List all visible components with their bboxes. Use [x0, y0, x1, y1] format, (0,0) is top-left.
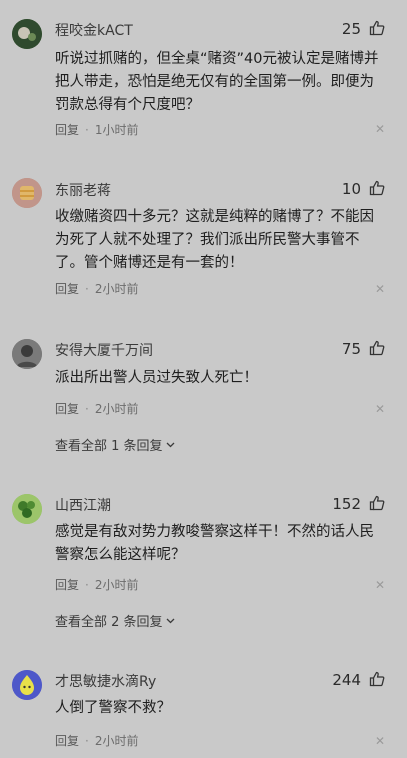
comment-meta: 回复 · 2小时前: [55, 732, 138, 749]
comment-time: 2小时前: [94, 578, 139, 592]
comment-time: 2小时前: [94, 402, 139, 416]
reply-button[interactable]: 回复: [55, 402, 79, 416]
comment-meta: 回复 · 1小时前: [55, 121, 138, 138]
comment-username[interactable]: 安得大厦千万间: [55, 340, 153, 360]
reply-button[interactable]: 回复: [55, 123, 79, 137]
comment-time: 2小时前: [94, 282, 139, 296]
comment-time: 2小时前: [94, 734, 139, 748]
comment-meta: 回复 · 2小时前: [55, 280, 138, 297]
reply-button[interactable]: 回复: [55, 734, 79, 748]
avatar[interactable]: [12, 339, 42, 369]
thumbs-up-icon[interactable]: [369, 180, 385, 196]
separator-dot: ·: [85, 578, 89, 592]
comment-text: 收缴赌资四十多元？这就是纯粹的赌博了？不能因为死了人就不处理了？我们派出所民警大…: [55, 209, 374, 271]
separator-dot: ·: [85, 282, 89, 296]
close-icon[interactable]: ✕: [375, 734, 385, 748]
like-count: 25: [341, 20, 361, 38]
avatar[interactable]: [12, 670, 42, 700]
comment-text: 人倒了警察不救？: [55, 700, 171, 716]
avatar[interactable]: [12, 178, 42, 208]
thumbs-up-icon[interactable]: [369, 495, 385, 511]
comment-username[interactable]: 山西江潮: [55, 495, 111, 515]
reply-button[interactable]: 回复: [55, 578, 79, 592]
like-count: 244: [332, 671, 361, 689]
avatar[interactable]: [12, 494, 42, 524]
view-all-replies-link[interactable]: 查看全部 2 条回复: [55, 611, 176, 630]
comment-meta: 回复 · 2小时前: [55, 576, 138, 593]
close-icon[interactable]: ✕: [375, 402, 385, 416]
chevron-down-icon: [165, 615, 176, 630]
reply-button[interactable]: 回复: [55, 282, 79, 296]
like-count: 10: [341, 180, 361, 198]
thumbs-up-icon[interactable]: [369, 20, 385, 36]
close-icon[interactable]: ✕: [375, 282, 385, 296]
comment-username[interactable]: 程咬金kACT: [55, 20, 133, 40]
avatar[interactable]: [12, 19, 42, 49]
close-icon[interactable]: ✕: [375, 578, 385, 592]
comment-text: 听说过抓赌的，但全桌“赌资”40元被认定是赌博并把人带走，恐怕是绝无仅有的全国第…: [55, 51, 379, 113]
comment-time: 1小时前: [94, 123, 139, 137]
like-count: 152: [332, 495, 361, 513]
comment-text: 派出所出警人员过失致人死亡！: [55, 370, 258, 386]
view-all-replies-link[interactable]: 查看全部 1 条回复: [55, 435, 176, 454]
thumbs-up-icon[interactable]: [369, 671, 385, 687]
comment-text: 感觉是有敌对势力教唆警察这样干！不然的话人民警察怎么能这样呢？: [55, 524, 374, 563]
view-all-replies-label: 查看全部 2 条回复: [55, 615, 163, 630]
comment-username[interactable]: 东丽老蒋: [55, 180, 111, 200]
separator-dot: ·: [85, 123, 89, 137]
chevron-down-icon: [165, 439, 176, 454]
comment-meta: 回复 · 2小时前: [55, 400, 138, 417]
separator-dot: ·: [85, 402, 89, 416]
view-all-replies-label: 查看全部 1 条回复: [55, 439, 163, 454]
comment-username[interactable]: 才思敏捷水滴Ry: [55, 671, 156, 691]
close-icon[interactable]: ✕: [375, 122, 385, 136]
thumbs-up-icon[interactable]: [369, 340, 385, 356]
like-count: 75: [341, 340, 361, 358]
separator-dot: ·: [85, 734, 89, 748]
